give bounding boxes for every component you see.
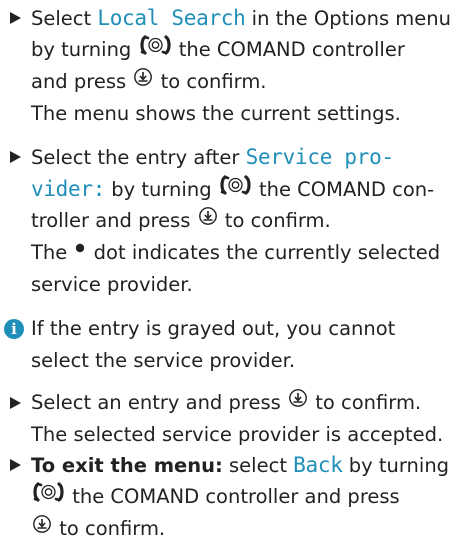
step-heading: To exit the menu: <box>31 454 223 477</box>
text-line: To exit the menu: select Back by turning <box>31 449 449 482</box>
text: dot indicates the currently selected <box>87 241 441 264</box>
controller-press-icon <box>287 386 309 418</box>
text-line: the COMAND controller and press <box>31 481 400 514</box>
triangle-bullet-icon <box>10 12 21 24</box>
manual-page: Select Local Search in the Options menu … <box>0 0 463 545</box>
text: Select the entry after <box>31 146 246 169</box>
text: to confirm. <box>309 391 422 414</box>
text: Select <box>31 7 98 30</box>
text: the COMAND controller <box>172 38 405 61</box>
triangle-bullet-icon <box>10 397 21 409</box>
controller-turn-icon <box>31 480 66 512</box>
text-line: Select an entry and press to confirm. <box>31 387 421 420</box>
text: by turning <box>31 38 138 61</box>
controller-press-icon <box>31 512 53 544</box>
text: to confirm. <box>53 517 166 540</box>
info-icon: i <box>4 319 24 339</box>
text: the COMAND controller and press <box>66 485 400 508</box>
display-text-local-search: Local Search <box>97 6 246 30</box>
triangle-bullet-icon <box>10 459 21 471</box>
controller-turn-icon <box>138 33 173 65</box>
text: and press <box>31 70 133 93</box>
text-line: Select the entry after Service pro- <box>31 141 394 174</box>
result-text: The selected service provider is accepte… <box>31 423 444 446</box>
text: The <box>31 241 74 264</box>
text-line: vider: by turning the COMAND con- <box>31 173 434 207</box>
text: the COMAND con- <box>252 178 435 201</box>
text-line: The dot indicates the currently selected <box>31 237 440 270</box>
text: Select an entry and press <box>31 391 287 414</box>
selection-dot-icon <box>73 236 87 268</box>
info-text: If the entry is grayed out, you cannot <box>31 317 396 340</box>
text-line: Select Local Search in the Options menu <box>31 2 451 35</box>
controller-press-icon <box>197 204 219 236</box>
text-line: troller and press to confirm. <box>31 205 331 238</box>
text: to confirm. <box>154 70 267 93</box>
controller-press-icon <box>132 65 154 97</box>
info-text: select the service provider. <box>31 349 296 372</box>
controller-turn-icon <box>218 173 253 205</box>
text-line: by turning the COMAND controller <box>31 34 405 67</box>
triangle-bullet-icon <box>10 151 21 163</box>
text: troller and press <box>31 209 197 232</box>
result-text: service provider. <box>31 273 193 296</box>
text: by turning <box>342 454 450 477</box>
text: to confirm. <box>218 209 331 232</box>
text: in the Options menu <box>245 7 452 30</box>
display-text-back: Back <box>293 453 343 477</box>
text: by turning <box>105 178 218 201</box>
display-text-service-provider: vider: <box>31 177 106 201</box>
display-text-service-provider: Service pro- <box>245 145 394 169</box>
text-line: to confirm. <box>31 513 165 546</box>
text: select <box>222 454 294 477</box>
result-text: The menu shows the current settings. <box>31 102 401 125</box>
text-line: and press to confirm. <box>31 66 267 99</box>
